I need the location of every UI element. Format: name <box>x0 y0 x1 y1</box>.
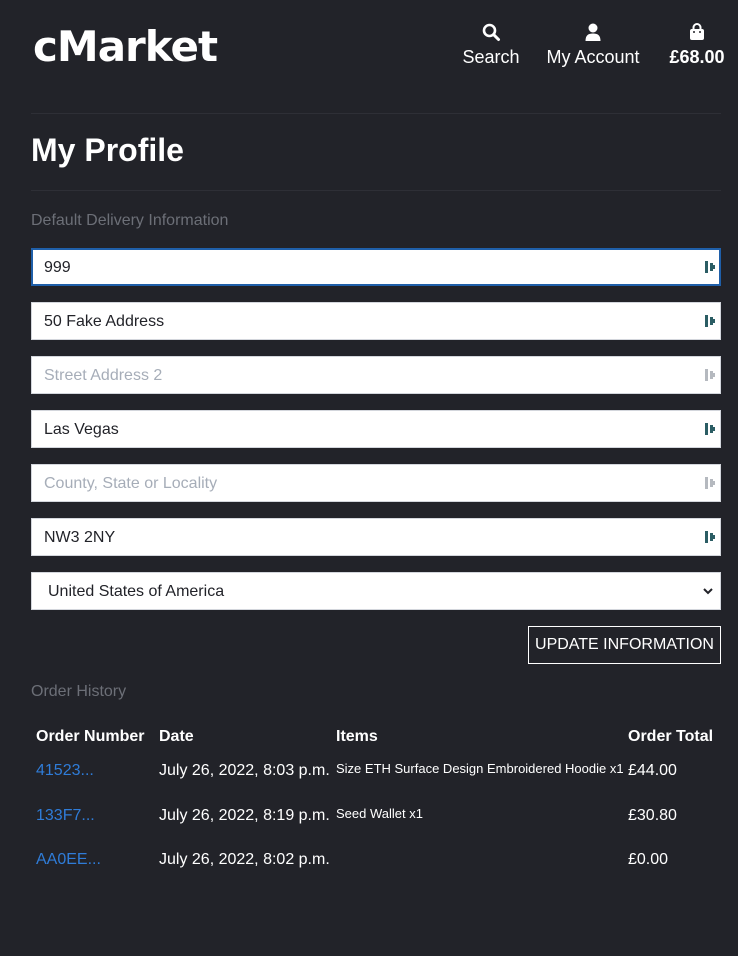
shopping-bag-icon <box>690 23 704 40</box>
field-value: NW3 2NY <box>44 529 116 546</box>
order-number-link[interactable]: 133F7... <box>36 806 95 826</box>
search-icon <box>482 23 500 41</box>
search-label: Search <box>462 47 520 67</box>
my-account-nav-button[interactable]: My Account <box>543 22 643 68</box>
country-value: United States of America <box>48 583 225 600</box>
delivery-info-label: Default Delivery Information <box>31 212 229 229</box>
autofill-key-icon[interactable] <box>704 476 716 490</box>
column-header-date: Date <box>159 728 194 745</box>
postcode-field[interactable]: NW3 2NY <box>31 518 721 556</box>
site-header: cMarket Search My Account £68.00 <box>0 0 738 114</box>
bag-total: £68.00 <box>669 47 725 67</box>
field-placeholder: Street Address 2 <box>44 367 163 384</box>
chevron-down-icon <box>703 588 713 595</box>
field-value: 999 <box>44 259 71 276</box>
column-header-order-total: Order Total <box>628 728 714 745</box>
my-account-label: My Account <box>546 47 640 67</box>
order-items: Size ETH Surface Design Embroidered Hood… <box>336 761 624 776</box>
order-items: Seed Wallet x1 <box>336 806 423 821</box>
autofill-key-icon[interactable] <box>704 368 716 382</box>
country-select[interactable]: United States of America <box>31 572 721 610</box>
field-placeholder: County, State or Locality <box>44 475 218 492</box>
site-logo[interactable]: cMarket <box>33 22 218 72</box>
order-total: £44.00 <box>628 762 677 779</box>
column-header-items: Items <box>336 728 378 745</box>
order-number-link[interactable]: 41523... <box>36 761 94 781</box>
order-history-label: Order History <box>31 683 127 700</box>
street-address-2-field[interactable]: Street Address 2 <box>31 356 721 394</box>
order-date: July 26, 2022, 8:02 p.m. <box>159 851 330 868</box>
order-number-link[interactable]: AA0EE... <box>36 850 101 870</box>
header-divider <box>31 113 721 114</box>
order-total: £30.80 <box>628 807 677 824</box>
phone-number-field[interactable]: 999 <box>31 248 721 286</box>
shopping-bag-button[interactable]: £68.00 <box>666 22 728 68</box>
order-date: July 26, 2022, 8:19 p.m. <box>159 807 330 824</box>
column-header-order-number: Order Number <box>36 728 145 745</box>
user-icon <box>585 23 601 41</box>
town-city-field[interactable]: Las Vegas <box>31 410 721 448</box>
autofill-key-icon[interactable] <box>704 314 716 328</box>
update-information-button[interactable]: UPDATE INFORMATION <box>528 626 721 664</box>
field-value: Las Vegas <box>44 421 119 438</box>
autofill-key-icon[interactable] <box>704 422 716 436</box>
street-address-1-field[interactable]: 50 Fake Address <box>31 302 721 340</box>
title-divider <box>31 190 721 191</box>
page-title: My Profile <box>31 132 184 168</box>
field-value: 50 Fake Address <box>44 313 165 330</box>
search-nav-button[interactable]: Search <box>462 22 520 68</box>
autofill-key-icon[interactable] <box>704 530 716 544</box>
autofill-key-icon[interactable] <box>704 260 716 274</box>
county-field[interactable]: County, State or Locality <box>31 464 721 502</box>
order-date: July 26, 2022, 8:03 p.m. <box>159 762 330 779</box>
order-total: £0.00 <box>628 851 669 868</box>
